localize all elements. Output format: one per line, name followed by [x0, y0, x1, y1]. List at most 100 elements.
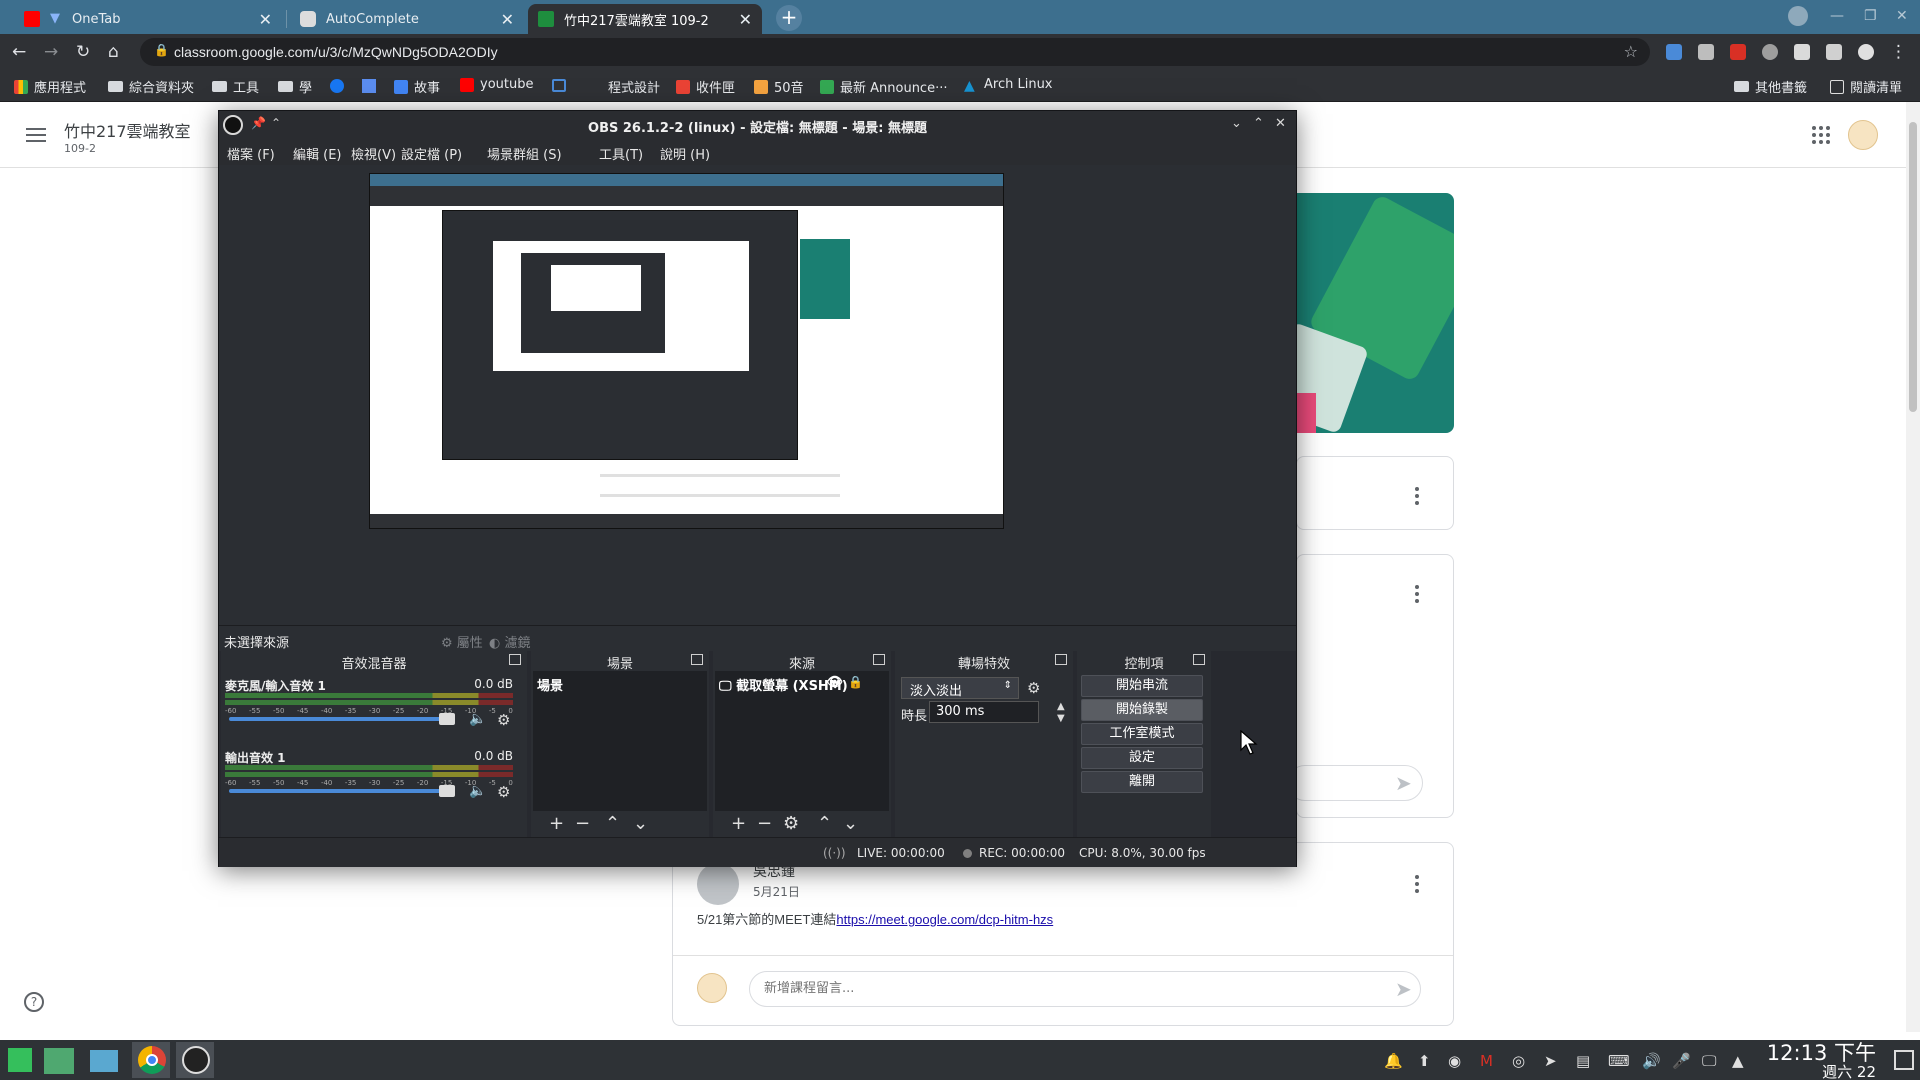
menu-file[interactable]: 檔案 (F)	[227, 144, 275, 163]
gmail-extension-icon[interactable]	[1730, 44, 1746, 60]
gear-icon[interactable]: ⚙	[497, 711, 510, 729]
extensions-puzzle-icon[interactable]	[1826, 44, 1842, 60]
start-streaming-button[interactable]: 開始串流	[1081, 675, 1203, 697]
bookmark-programming[interactable]: 程式設計	[608, 77, 660, 96]
bookmark-50on[interactable]: 50音	[754, 77, 804, 96]
microphone-tray-icon[interactable]: 🎤	[1672, 1052, 1691, 1070]
facebook-icon[interactable]	[330, 79, 344, 93]
settings-button[interactable]: 設定	[1081, 747, 1203, 769]
account-avatar[interactable]	[1848, 120, 1878, 150]
main-menu-icon[interactable]	[26, 128, 46, 146]
float-dock-icon[interactable]	[873, 654, 885, 665]
files-folder-icon[interactable]	[84, 1042, 122, 1078]
obs-taskbar-icon[interactable]	[176, 1042, 214, 1078]
duration-input[interactable]: 300 ms	[929, 701, 1039, 723]
calendar-icon[interactable]	[552, 79, 566, 92]
bookmark-star-icon[interactable]: ☆	[1624, 42, 1638, 61]
mouse-extension-icon[interactable]	[1762, 44, 1778, 60]
bookmark-folder[interactable]: 綜合資料夾	[108, 77, 194, 96]
class-title[interactable]: 竹中217雲端教室	[64, 118, 191, 142]
tray-expand-icon[interactable]: ▲	[1732, 1052, 1744, 1070]
source-item[interactable]: 🖵 截取螢幕 (XSHM) 👁 🔒	[719, 675, 865, 694]
new-tab-button[interactable]: +	[776, 5, 802, 31]
notification-bell-icon[interactable]: 🔔	[1384, 1052, 1403, 1070]
filters-button[interactable]: ◐ 濾鏡	[489, 632, 531, 651]
google-apps-icon[interactable]	[1812, 126, 1830, 144]
volume-slider[interactable]	[229, 785, 455, 797]
chrome-menu-icon[interactable]: ⋮	[1890, 42, 1907, 62]
file-manager-icon[interactable]	[40, 1042, 78, 1078]
maximize-icon[interactable]: ❐	[1864, 8, 1877, 24]
float-dock-icon[interactable]	[1193, 654, 1205, 665]
minimize-icon[interactable]: ⌄	[1231, 116, 1242, 131]
reload-icon[interactable]: ↻	[76, 42, 90, 62]
obs-titlebar[interactable]: 📌 ⌃ OBS 26.1.2-2 (linux) - 設定檔: 無標題 - 場景…	[219, 111, 1296, 139]
bookmark-youtube[interactable]: youtube	[460, 77, 533, 92]
bookmark-announcements[interactable]: 最新 Announce···	[820, 77, 947, 96]
page-scrollbar[interactable]	[1906, 102, 1920, 1032]
gear-icon[interactable]: ⚙	[1027, 679, 1040, 697]
clock[interactable]: 12:13 下午 週六 22	[1767, 1042, 1876, 1080]
move-down-icon[interactable]: ⌄	[843, 813, 858, 834]
menu-tools[interactable]: 工具(T)	[599, 144, 643, 163]
update-icon[interactable]: ⬆	[1418, 1052, 1431, 1070]
reading-list[interactable]: 閱讀清單	[1830, 77, 1902, 96]
forward-icon[interactable]: →	[44, 42, 58, 62]
studio-mode-button[interactable]: 工作室模式	[1081, 723, 1203, 745]
clipboard-tray-icon[interactable]: ▤	[1576, 1052, 1590, 1070]
close-window-icon[interactable]: ✕	[1896, 8, 1908, 24]
mute-icon[interactable]: 🔈	[469, 783, 486, 799]
visibility-eye-icon[interactable]: 👁	[826, 675, 843, 690]
meet-link[interactable]: https://meet.google.com/dcp-hitm-hzs	[836, 912, 1053, 927]
add-source-icon[interactable]: +	[731, 813, 746, 834]
spin-up-icon[interactable]: ▲	[1057, 701, 1065, 712]
properties-button[interactable]: ⚙ 屬性	[441, 632, 483, 651]
send-icon[interactable]: ➤	[1395, 977, 1412, 1001]
exit-button[interactable]: 離開	[1081, 771, 1203, 793]
float-dock-icon[interactable]	[509, 654, 521, 665]
menu-help[interactable]: 說明 (H)	[660, 144, 710, 163]
extension-icon[interactable]	[1666, 44, 1682, 60]
remove-source-icon[interactable]: −	[757, 813, 772, 834]
close-window-icon[interactable]: ✕	[1275, 116, 1286, 131]
bookmark-arch-linux[interactable]: ▲ Arch Linux	[964, 77, 1053, 94]
keyboard-tray-icon[interactable]: ⌨	[1608, 1052, 1630, 1070]
menu-profile[interactable]: 設定檔 (P)	[401, 144, 462, 163]
more-options-icon[interactable]	[1415, 875, 1419, 896]
gear-icon[interactable]: ⚙	[497, 783, 510, 801]
bookmark-inbox[interactable]: 收件匣	[676, 77, 735, 96]
profile-avatar-icon[interactable]	[1858, 44, 1874, 60]
spin-down-icon[interactable]: ▼	[1057, 713, 1065, 724]
lock-icon[interactable]: 🔒	[848, 675, 863, 689]
address-bar[interactable]: 🔒 classroom.google.com/u/3/c/MzQwNDg5ODA…	[140, 38, 1650, 66]
chrome-taskbar-icon[interactable]	[132, 1042, 170, 1078]
back-icon[interactable]: ←	[12, 42, 26, 62]
move-down-icon[interactable]: ⌄	[633, 813, 648, 834]
tab-onetab[interactable]: ▼ OneTab ✕	[14, 4, 282, 34]
menu-scene-collection[interactable]: 場景群組 (S)	[487, 144, 562, 163]
class-comment-box[interactable]	[749, 971, 1421, 1007]
bookmark-folder[interactable]: 學	[278, 77, 312, 96]
obs-tray-icon[interactable]: ◎	[1512, 1052, 1525, 1070]
move-up-icon[interactable]: ⌃	[817, 813, 832, 834]
gmail-tray-icon[interactable]: M	[1480, 1052, 1493, 1070]
close-tab-icon[interactable]: ✕	[259, 10, 272, 29]
float-dock-icon[interactable]	[691, 654, 703, 665]
profile-menu-icon[interactable]	[1788, 6, 1808, 26]
start-menu-icon[interactable]	[2, 1042, 40, 1078]
help-icon[interactable]: ?	[24, 992, 44, 1012]
volume-slider[interactable]	[229, 713, 455, 725]
tab-classroom[interactable]: 竹中217雲端教室 109-2 ✕	[528, 4, 762, 34]
discord-tray-icon[interactable]: ◉	[1448, 1052, 1461, 1070]
display-tray-icon[interactable]: 🖵	[1702, 1052, 1716, 1070]
close-tab-icon[interactable]: ✕	[739, 10, 752, 29]
telegram-tray-icon[interactable]: ➤	[1544, 1052, 1557, 1070]
source-list[interactable]: 🖵 截取螢幕 (XSHM) 👁 🔒	[715, 671, 889, 811]
transition-select[interactable]: 淡入淡出 ⇕	[901, 677, 1019, 699]
bookmark-folder[interactable]: 工具	[212, 77, 259, 96]
mute-icon[interactable]: 🔈	[469, 711, 486, 727]
scene-list[interactable]: 場景	[533, 671, 707, 811]
move-up-icon[interactable]: ⌃	[605, 813, 620, 834]
maximize-icon[interactable]: ⌃	[1253, 116, 1264, 131]
close-tab-icon[interactable]: ✕	[501, 10, 514, 29]
